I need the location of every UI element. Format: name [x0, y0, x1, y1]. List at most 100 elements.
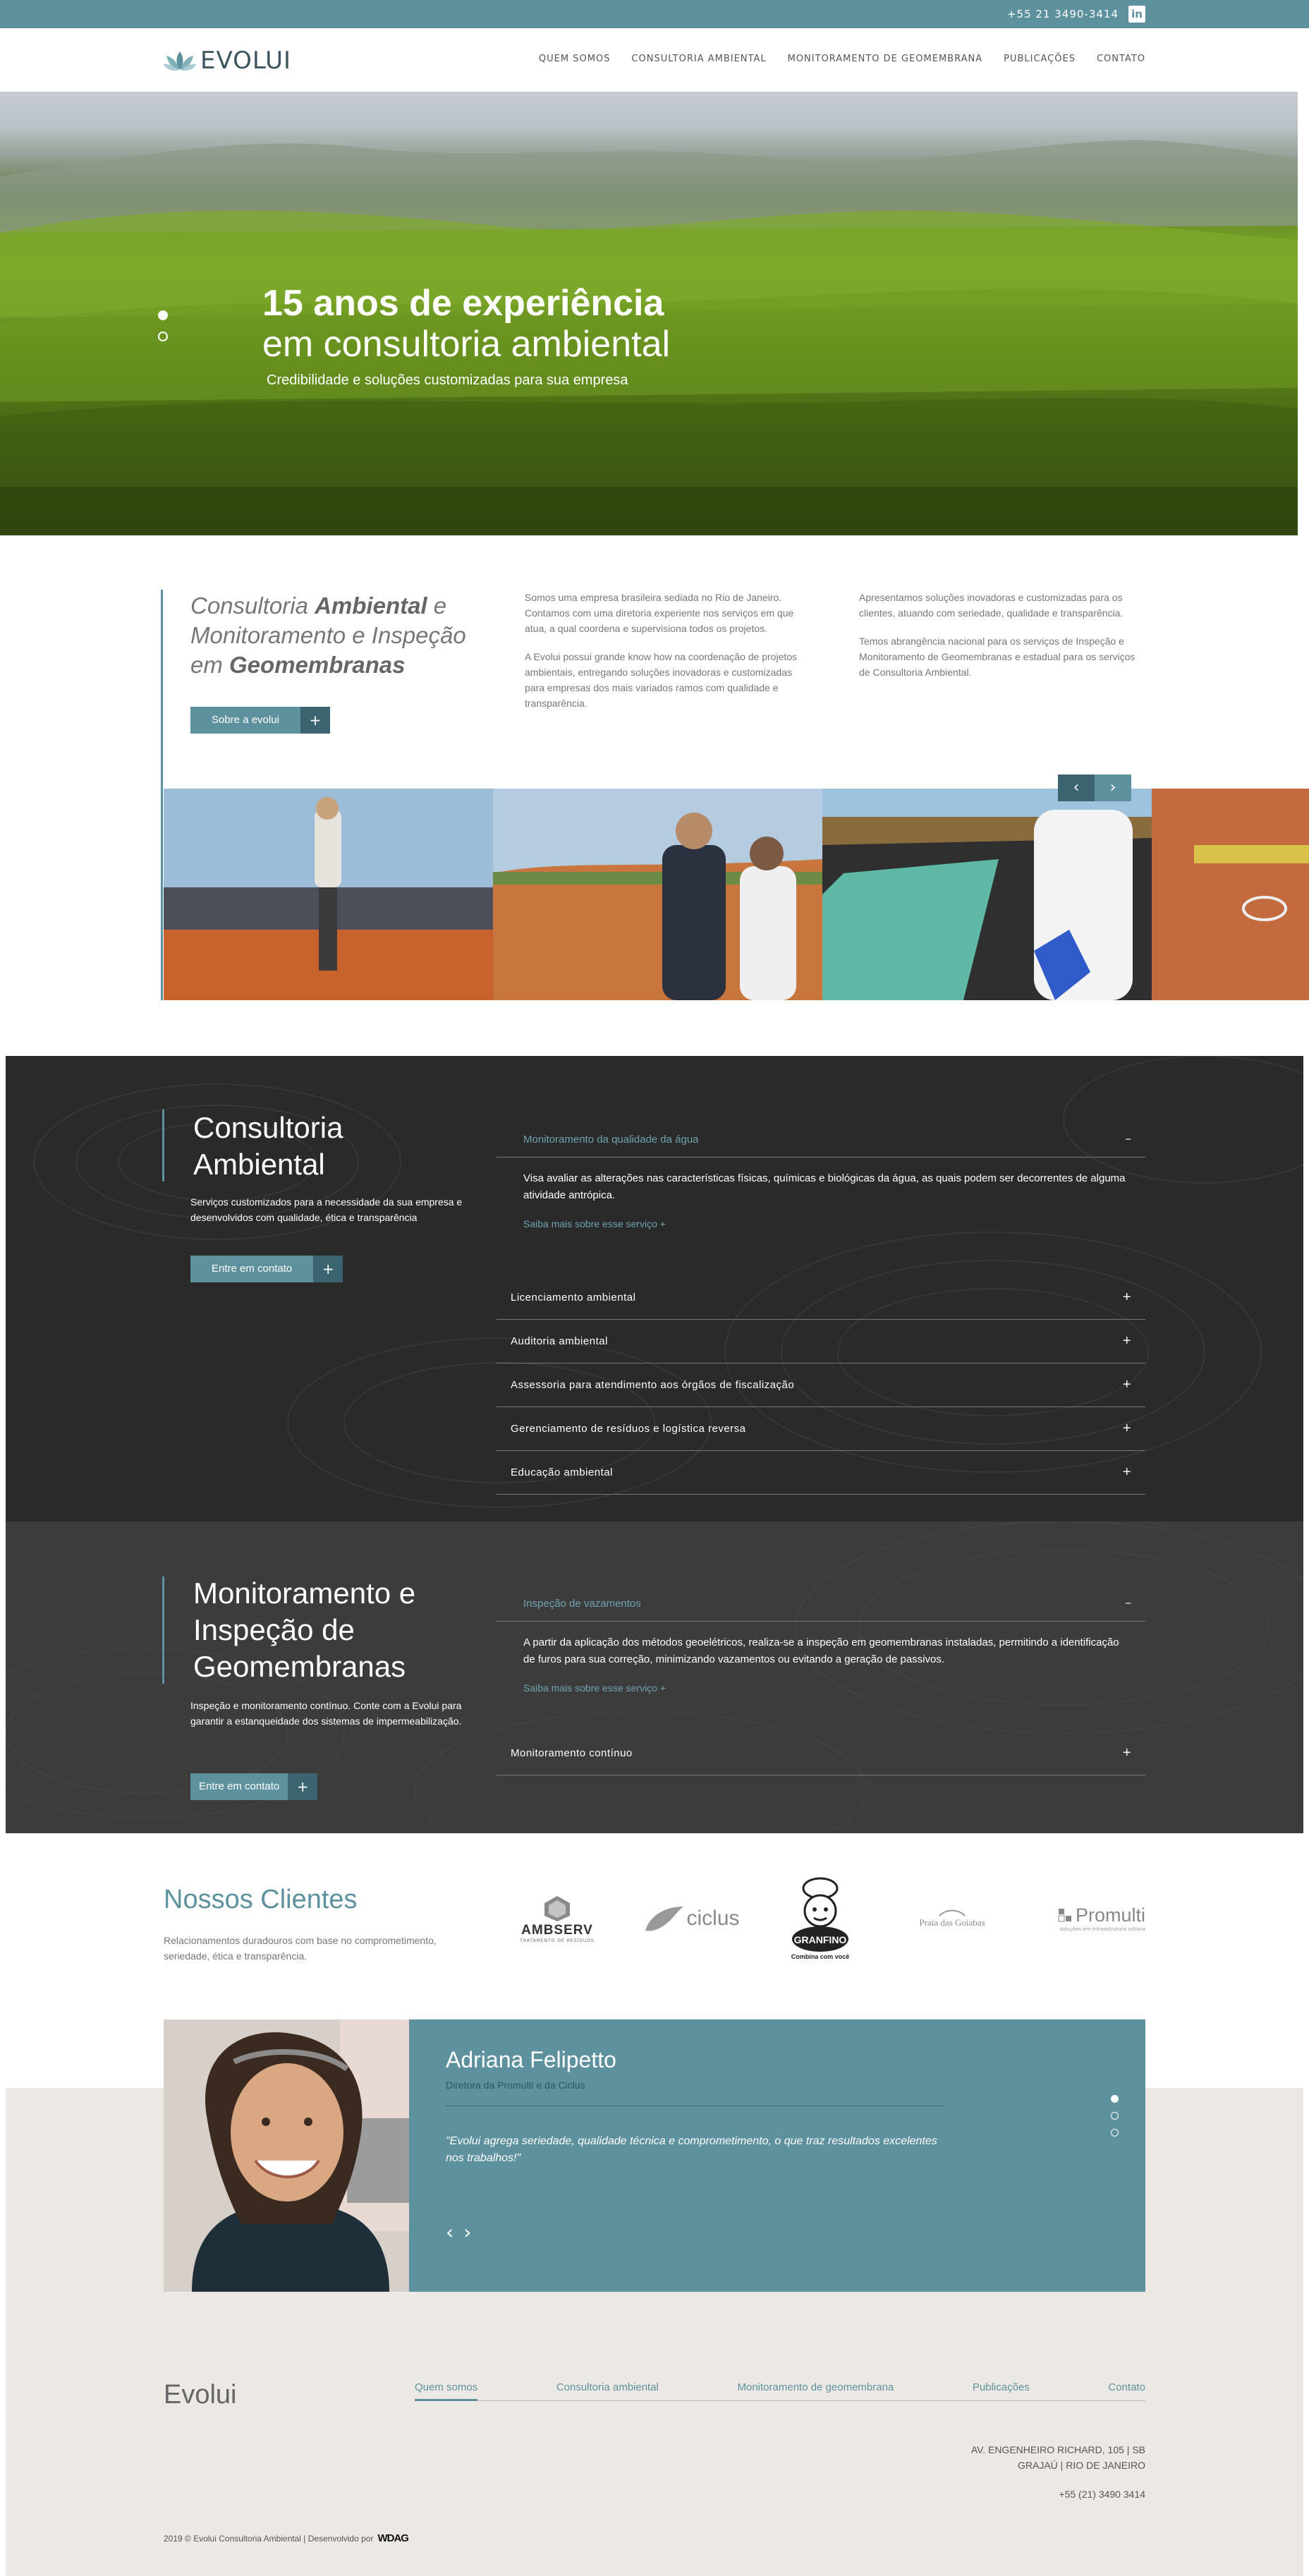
monitoramento-accordion: Inspeção de vazamentos − A partir da apl…	[497, 1586, 1145, 1775]
client-logo-ambserv[interactable]: AMBSERV TRATAMENTO DE RESÍDUOS	[508, 1890, 607, 1947]
learn-more-link[interactable]: Saiba mais sobre esse serviço +	[523, 1215, 1131, 1232]
footer-copyright: 2019 © Evolui Consultoria Ambiental | De…	[164, 2532, 409, 2544]
logo[interactable]: EVOLUI	[164, 47, 291, 75]
hero-pagination	[158, 310, 168, 353]
footer-nav-monitoramento[interactable]: Monitoramento de geomembrana	[738, 2381, 894, 2393]
svg-text:GRANFINO: GRANFINO	[794, 1934, 847, 1945]
consultoria-section: Consultoria Ambiental Serviços customiza…	[6, 1056, 1303, 1521]
footer-address: AV. ENGENHEIRO RICHARD, 105 | SB GRAJAÚ …	[970, 2444, 1145, 2471]
footer-nav-quem-somos[interactable]: Quem somos	[415, 2381, 478, 2401]
gallery-arrows: ‹ ›	[1058, 774, 1131, 801]
footer-logo[interactable]: Evolui	[164, 2380, 237, 2410]
plus-icon: +	[313, 1256, 343, 1282]
testimonial-dot-1[interactable]	[1111, 2095, 1119, 2103]
client-logo-praia-das-goiabas[interactable]: Praia das Goiabas	[903, 1900, 1001, 1936]
client-logo-promulti[interactable]: Promulti soluções em infraestrutura urba…	[1030, 1900, 1145, 1936]
testimonial-arrows: ‹ ›	[446, 2220, 471, 2244]
clients-title: Nossos Clientes	[164, 1885, 358, 1914]
testimonial-dot-3[interactable]	[1111, 2129, 1119, 2137]
lotus-logo-icon	[164, 51, 196, 71]
monitoramento-accent-line	[162, 1576, 164, 1684]
nav-publicacoes[interactable]: PUBLICAÇÕES	[1004, 54, 1076, 64]
about-column-1: Somos uma empresa brasileira sediada no …	[525, 592, 798, 709]
testimonial-quote: "Evolui agrega seriedade, qualidade técn…	[446, 2135, 937, 2164]
clients-subtitle: Relacionamentos duradouros com base no c…	[164, 1935, 437, 1962]
testimonial-dot-2[interactable]	[1111, 2112, 1119, 2120]
linkedin-icon[interactable]: in	[1128, 6, 1145, 23]
plus-icon: +	[1122, 1464, 1131, 1480]
gallery-next-button[interactable]: ›	[1095, 774, 1131, 801]
about-title: Consultoria Ambiental e Monitoramento e …	[190, 593, 466, 678]
client-logo-ciclus[interactable]: ciclus	[635, 1897, 748, 1940]
plus-icon: +	[288, 1773, 318, 1800]
plus-icon: +	[300, 707, 330, 734]
chevron-right-icon[interactable]: ›	[463, 2220, 471, 2244]
plus-icon: +	[1122, 1289, 1131, 1305]
accordion-item-assessoria[interactable]: Assessoria para atendimento aos órgãos d…	[497, 1363, 1145, 1407]
gallery-prev-button[interactable]: ‹	[1058, 774, 1095, 801]
nav-quem-somos[interactable]: QUEM SOMOS	[539, 54, 611, 64]
learn-more-link[interactable]: Saiba mais sobre esse serviço +	[523, 1679, 1131, 1696]
accordion-item-educacao[interactable]: Educação ambiental +	[497, 1451, 1145, 1495]
hero-dot-2[interactable]	[158, 332, 168, 341]
monitoramento-title: Monitoramento e Inspeção de Geomembranas	[193, 1576, 416, 1683]
minus-icon: −	[1125, 1598, 1131, 1610]
granfino-logo-icon: GRANFINO	[792, 1877, 848, 1952]
logo-text: EVOLUI	[200, 47, 292, 75]
footer-nav: Quem somos Consultoria ambiental Monitor…	[415, 2381, 1145, 2401]
gallery-photo-4	[1152, 789, 1309, 1000]
testimonial-photo	[164, 2019, 409, 2292]
footer-nav-consultoria[interactable]: Consultoria ambiental	[556, 2381, 659, 2393]
accordion-item-monitoramento-continuo[interactable]: Monitoramento contínuo +	[497, 1732, 1145, 1775]
testimonial-role: Diretora da Promulti e da Ciclus	[446, 2079, 585, 2091]
top-bar: +55 21 3490-3414 in	[0, 0, 1309, 28]
hero-subtitle: Credibilidade e soluções customizadas pa…	[267, 372, 628, 388]
developer-logo[interactable]: WDAG	[377, 2532, 408, 2544]
hero-title-light: em consultoria ambiental	[262, 324, 671, 365]
plus-icon: +	[1122, 1333, 1131, 1349]
main-nav: QUEM SOMOS CONSULTORIA AMBIENTAL MONITOR…	[539, 54, 1145, 64]
monitoramento-contact-button[interactable]: Entre em contato +	[190, 1773, 318, 1800]
nav-consultoria-ambiental[interactable]: CONSULTORIA AMBIENTAL	[631, 54, 766, 64]
ambserv-logo-icon	[544, 1895, 570, 1921]
testimonial-pagination	[1111, 2095, 1119, 2146]
consultoria-title: Consultoria Ambiental	[193, 1111, 343, 1181]
about-accent-line	[161, 590, 163, 1000]
ciclus-logo-icon	[645, 1907, 684, 1931]
plus-icon: +	[1122, 1745, 1131, 1761]
about-button[interactable]: Sobre a evolui +	[190, 707, 330, 734]
chevron-left-icon[interactable]: ‹	[446, 2220, 453, 2244]
accordion-item-body: Visa avaliar as alterações nas caracterí…	[497, 1158, 1145, 1249]
accordion-item-body: A partir da aplicação dos métodos geoelé…	[497, 1622, 1145, 1713]
nav-monitoramento[interactable]: MONITORAMENTO DE GEOMEMBRANA	[788, 54, 983, 64]
hero-title-bold: 15 anos de experiência	[262, 283, 664, 324]
about-column-2: Apresentamos soluções inovadoras e custo…	[859, 592, 1136, 678]
testimonial-name: Adriana Felipetto	[446, 2047, 616, 2072]
footer-nav-contato[interactable]: Contato	[1108, 2381, 1145, 2393]
plus-icon: +	[1122, 1377, 1131, 1392]
accordion-item-open[interactable]: Monitoramento da qualidade da água −	[497, 1122, 1145, 1158]
consultoria-accent-line	[162, 1110, 164, 1181]
accordion-item-residuos[interactable]: Gerenciamento de resíduos e logística re…	[497, 1407, 1145, 1451]
accordion-item-open[interactable]: Inspeção de vazamentos −	[497, 1586, 1145, 1622]
gallery-photo-1	[164, 789, 493, 1000]
consultoria-subtitle: Serviços customizados para a necessidade…	[190, 1196, 463, 1223]
monitoramento-subtitle: Inspeção e monitoramento contínuo. Conte…	[190, 1700, 462, 1727]
footer-phone[interactable]: +55 (21) 3490 3414	[1059, 2489, 1145, 2500]
consultoria-contact-button[interactable]: Entre em contato +	[190, 1256, 343, 1282]
client-logo-granfino[interactable]: GRANFINO Combina com você	[781, 1869, 859, 1968]
accordion-item-auditoria[interactable]: Auditoria ambiental +	[497, 1320, 1145, 1363]
consultoria-accordion: Monitoramento da qualidade da água − Vis…	[497, 1122, 1145, 1495]
promulti-logo-icon	[1058, 1909, 1071, 1922]
footer-nav-publicacoes[interactable]: Publicações	[973, 2381, 1030, 2393]
monitoramento-section: Monitoramento e Inspeção de Geomembranas…	[6, 1521, 1303, 1833]
gallery-photo-3	[822, 789, 1152, 1000]
top-phone[interactable]: +55 21 3490-3414	[1007, 8, 1119, 20]
photo-gallery	[164, 789, 1309, 1000]
minus-icon: −	[1125, 1134, 1131, 1146]
plus-icon: +	[1122, 1421, 1131, 1436]
praia-logo-icon	[939, 1909, 966, 1916]
accordion-item-licenciamento[interactable]: Licenciamento ambiental +	[497, 1276, 1145, 1320]
nav-contato[interactable]: CONTATO	[1097, 54, 1145, 64]
hero-dot-1[interactable]	[158, 310, 168, 320]
